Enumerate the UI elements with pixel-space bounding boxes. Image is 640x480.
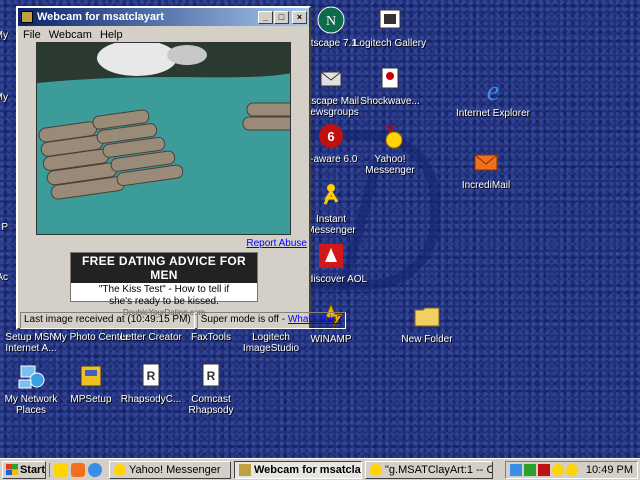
status-bar: Last image received at (10:49:15 PM) Sup… <box>20 312 347 329</box>
desktop-icon-internet-explorer[interactable]: e Internet Explorer <box>454 74 532 119</box>
svg-text:e: e <box>487 76 499 106</box>
folder-icon <box>411 300 443 332</box>
netscape-icon: N <box>315 4 347 36</box>
shockwave-icon <box>374 62 406 94</box>
network-places-icon <box>15 360 47 392</box>
desktop-icon-comcast-rhapsody[interactable]: R Comcast Rhapsody <box>172 360 250 416</box>
rhapsody-icon: R <box>135 360 167 392</box>
adaware-icon: 6 <box>315 120 347 152</box>
ad-line-2: she's ready to be kissed. <box>109 296 219 307</box>
desktop-icon-logitech-imagestudio[interactable]: Logitech ImageStudio <box>232 332 310 354</box>
super-mode-status: Super mode is off - What's this? <box>196 312 347 329</box>
security-tray-icon[interactable] <box>523 463 536 476</box>
edge-label: Ac <box>0 272 8 283</box>
messenger-tray-icon[interactable] <box>565 463 578 476</box>
webcam-image <box>36 42 291 235</box>
minimize-button[interactable]: _ <box>258 10 273 24</box>
svg-text:6: 6 <box>327 129 334 144</box>
adaware-tray-icon[interactable] <box>537 463 550 476</box>
report-abuse-link[interactable]: Report Abuse <box>246 238 307 249</box>
desktop-icon-shockwave[interactable]: Shockwave... <box>351 62 429 107</box>
task-chat[interactable]: "g.MSATClayArt:1 -- Chat <box>365 460 493 479</box>
webcam-task-icon <box>239 463 251 476</box>
webcam-window[interactable]: Webcam for msatclayart _ □ × File Webcam… <box>16 6 347 330</box>
windows-flag-icon <box>6 464 18 475</box>
network-tray-icon[interactable] <box>509 463 522 476</box>
yahoo-task-icon <box>114 463 126 476</box>
close-button[interactable]: × <box>292 10 307 24</box>
whats-this-link[interactable]: What's this? <box>288 314 342 325</box>
svg-text:R: R <box>207 369 216 383</box>
desktop-icon-logitech-gallery[interactable]: Logitech Gallery <box>351 4 429 49</box>
super-mode-text: Super mode is off - <box>200 314 288 325</box>
dating-ad-banner[interactable]: FREE DATING ADVICE FOR MEN "The Kiss Tes… <box>70 252 258 317</box>
svg-text:N: N <box>326 14 336 29</box>
yahoo-messenger-icon: Y <box>374 120 406 152</box>
menu-file[interactable]: File <box>23 29 41 41</box>
logitech-gallery-icon <box>374 4 406 36</box>
internet-explorer-icon: e <box>477 74 509 107</box>
mpsetup-icon <box>75 360 107 392</box>
webcam-app-icon <box>21 11 33 23</box>
ad-line-1: "The Kiss Test" - How to tell if <box>98 284 230 295</box>
maximize-button[interactable]: □ <box>274 10 289 24</box>
incredimail-icon <box>470 146 502 178</box>
yahoo-quicklaunch-icon[interactable] <box>54 462 68 477</box>
window-titlebar[interactable]: Webcam for msatclayart _ □ × <box>18 8 309 26</box>
edge-label: My <box>0 30 8 41</box>
task-label: "g.MSATClayArt:1 -- Chat <box>385 463 492 476</box>
desktop-icon-new-folder[interactable]: New Folder <box>388 300 466 345</box>
task-label: Yahoo! Messenger <box>129 463 221 476</box>
comcast-rhapsody-icon: R <box>195 360 227 392</box>
edge-label: P <box>1 222 8 233</box>
edge-label: My <box>0 92 8 103</box>
yahoo-tray-icon[interactable] <box>551 463 564 476</box>
last-image-status: Last image received at (10:49:15 PM) <box>20 312 195 329</box>
taskbar: Start Yahoo! Messenger Webcam for msatcl… <box>0 458 640 480</box>
aol-icon <box>315 240 347 272</box>
task-webcam[interactable]: Webcam for msatcla... <box>234 460 362 479</box>
incredimail-quicklaunch-icon[interactable] <box>71 462 85 477</box>
clock: 10:49 PM <box>585 463 633 476</box>
svg-text:R: R <box>147 369 156 383</box>
ad-headline: FREE DATING ADVICE FOR MEN <box>71 253 257 283</box>
system-tray: 10:49 PM <box>504 460 638 479</box>
aim-icon <box>315 180 347 212</box>
ie-quicklaunch-icon[interactable] <box>88 462 102 477</box>
chat-task-icon <box>370 463 382 476</box>
menu-help[interactable]: Help <box>100 29 123 41</box>
desktop-icon-incredimail[interactable]: IncrediMail <box>447 146 525 191</box>
quick-launch <box>49 462 106 477</box>
task-yahoo-messenger[interactable]: Yahoo! Messenger <box>109 460 231 479</box>
netscape-mail-icon <box>315 62 347 94</box>
window-title: Webcam for msatclayart <box>37 11 164 23</box>
desktop-icon-yahoo-messenger[interactable]: Y Yahoo! Messenger <box>351 120 429 176</box>
task-label: Webcam for msatcla... <box>254 463 362 476</box>
start-label: Start <box>19 463 45 476</box>
menu-webcam[interactable]: Webcam <box>49 29 92 41</box>
start-button[interactable]: Start <box>2 460 46 479</box>
